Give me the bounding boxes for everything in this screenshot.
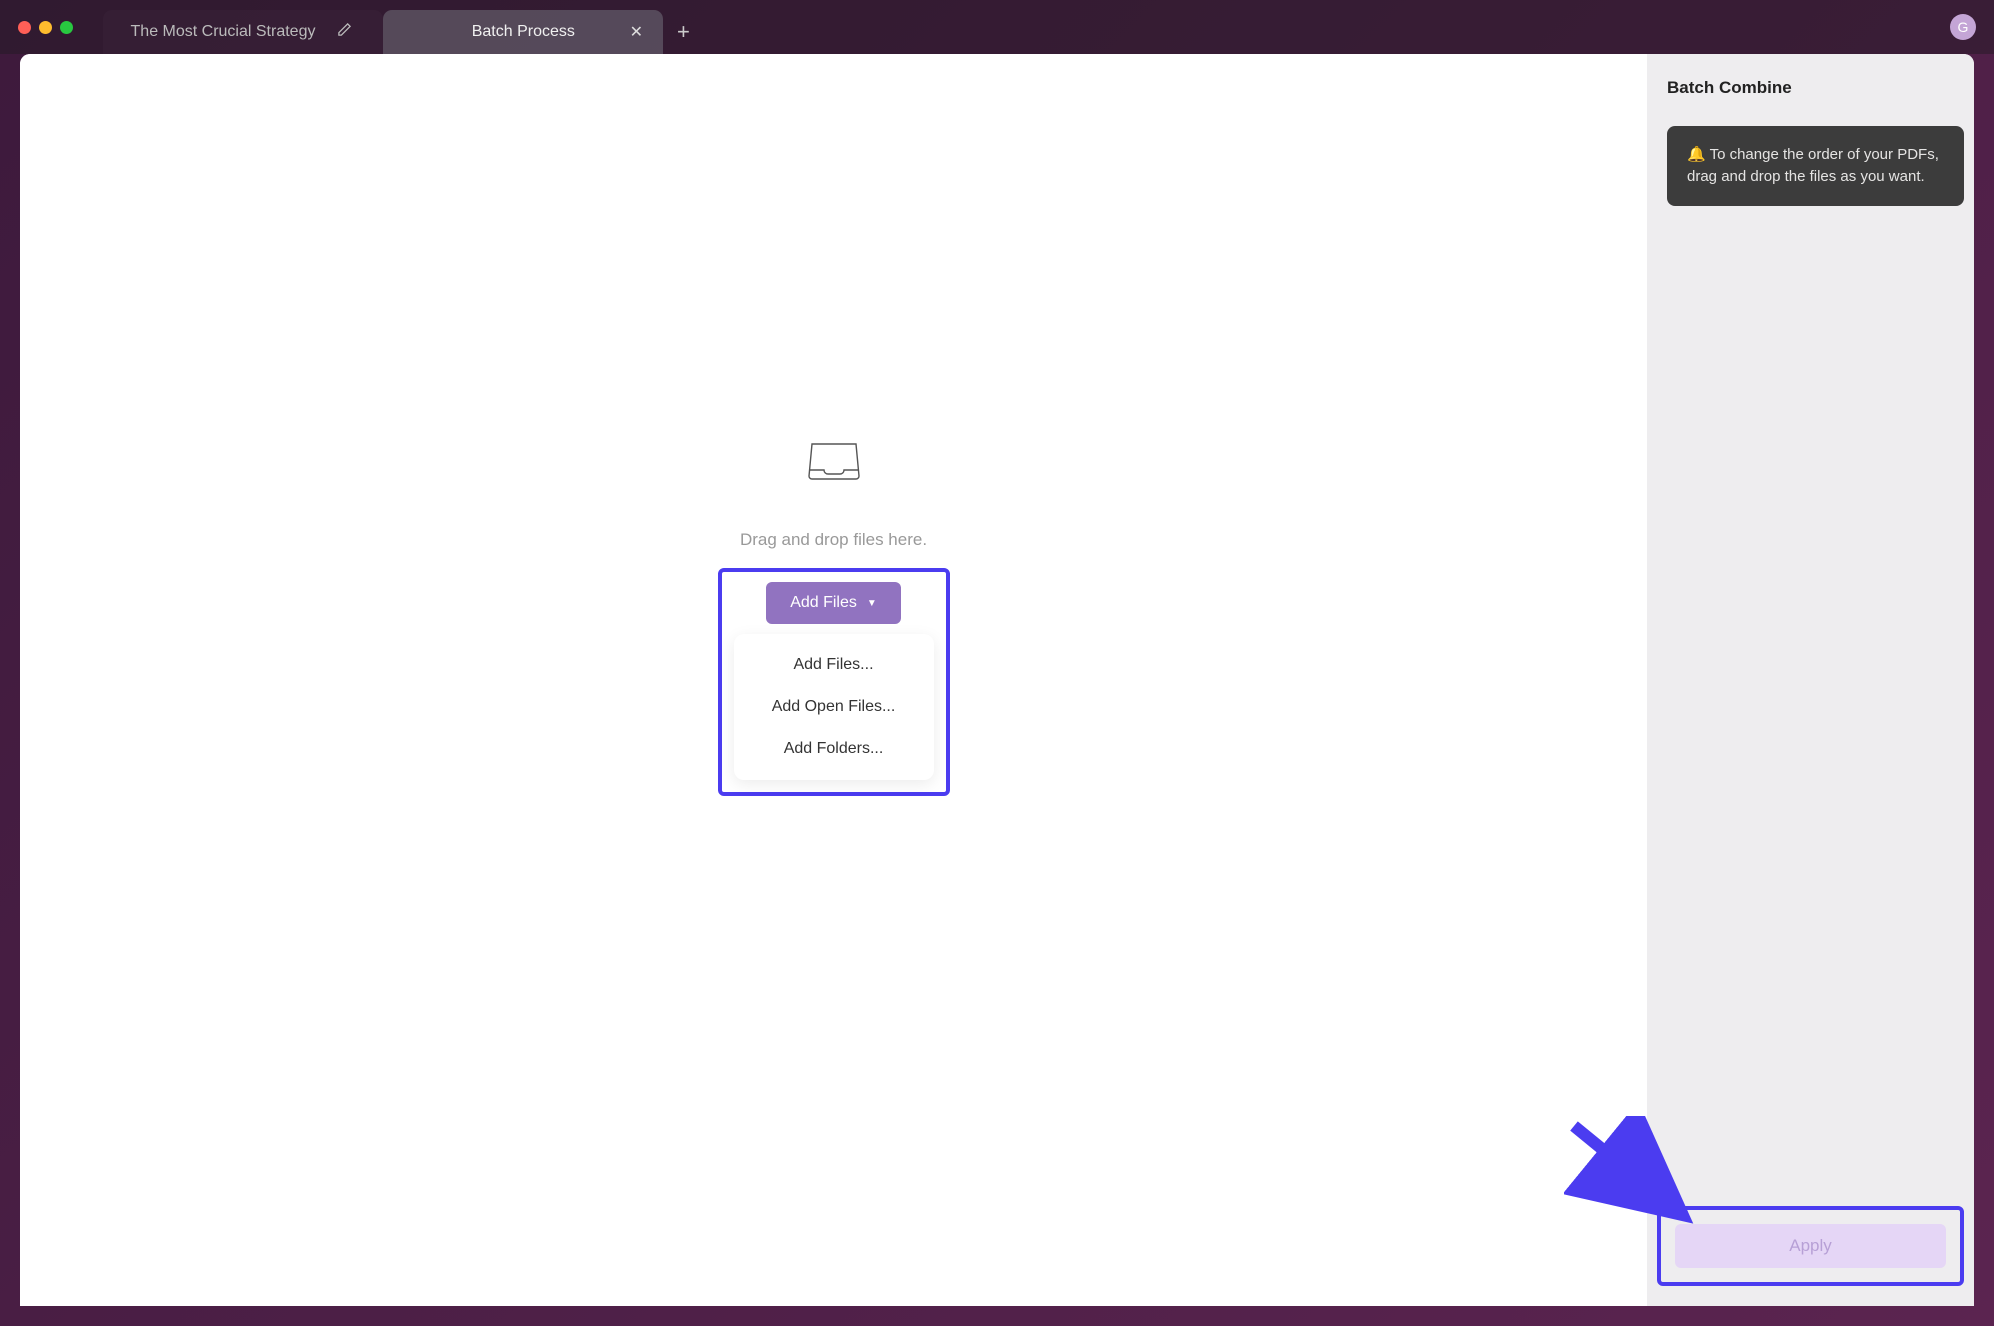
titlebar-right: G	[1950, 14, 1976, 40]
caret-down-icon: ▼	[867, 598, 877, 609]
titlebar: The Most Crucial Strategy Batch Process …	[0, 0, 1994, 54]
menu-add-folders[interactable]: Add Folders...	[734, 728, 934, 770]
avatar-initial: G	[1958, 19, 1969, 35]
window-close-button[interactable]	[18, 21, 31, 34]
inbox-icon	[806, 434, 862, 490]
tab-title: Batch Process	[431, 23, 616, 41]
sidebar: Batch Combine 🔔 To change the order of y…	[1647, 54, 1974, 1306]
traffic-lights	[18, 21, 73, 34]
apply-button[interactable]: Apply	[1675, 1224, 1946, 1268]
menu-add-open-files[interactable]: Add Open Files...	[734, 686, 934, 728]
main-panel: Drag and drop files here. Add Files ▼ Ad…	[20, 54, 1647, 1306]
app-window: The Most Crucial Strategy Batch Process …	[0, 0, 1994, 1326]
tip-text: 🔔 To change the order of your PDFs, drag…	[1687, 146, 1939, 185]
add-files-label: Add Files	[790, 594, 857, 612]
add-files-button[interactable]: Add Files ▼	[766, 582, 901, 624]
apply-highlight: Apply	[1657, 1206, 1964, 1286]
new-tab-button[interactable]: +	[663, 10, 704, 54]
tab-bar: The Most Crucial Strategy Batch Process …	[103, 10, 704, 54]
avatar[interactable]: G	[1950, 14, 1976, 40]
content-area: Drag and drop files here. Add Files ▼ Ad…	[20, 54, 1974, 1306]
tab-batch-process[interactable]: Batch Process ✕	[383, 10, 663, 54]
menu-add-files[interactable]: Add Files...	[734, 644, 934, 686]
pencil-icon[interactable]	[337, 22, 352, 42]
tip-banner: 🔔 To change the order of your PDFs, drag…	[1667, 126, 1964, 206]
tab-title: The Most Crucial Strategy	[123, 23, 323, 41]
tab-document[interactable]: The Most Crucial Strategy	[103, 10, 383, 54]
window-minimize-button[interactable]	[39, 21, 52, 34]
add-files-menu: Add Files... Add Open Files... Add Folde…	[734, 634, 934, 780]
close-icon[interactable]: ✕	[630, 22, 643, 42]
add-files-highlight: Add Files ▼ Add Files... Add Open Files.…	[718, 568, 950, 796]
dropzone[interactable]: Drag and drop files here. Add Files ▼ Ad…	[718, 434, 950, 796]
sidebar-title: Batch Combine	[1667, 78, 1964, 98]
window-zoom-button[interactable]	[60, 21, 73, 34]
drop-hint-text: Drag and drop files here.	[718, 530, 950, 550]
